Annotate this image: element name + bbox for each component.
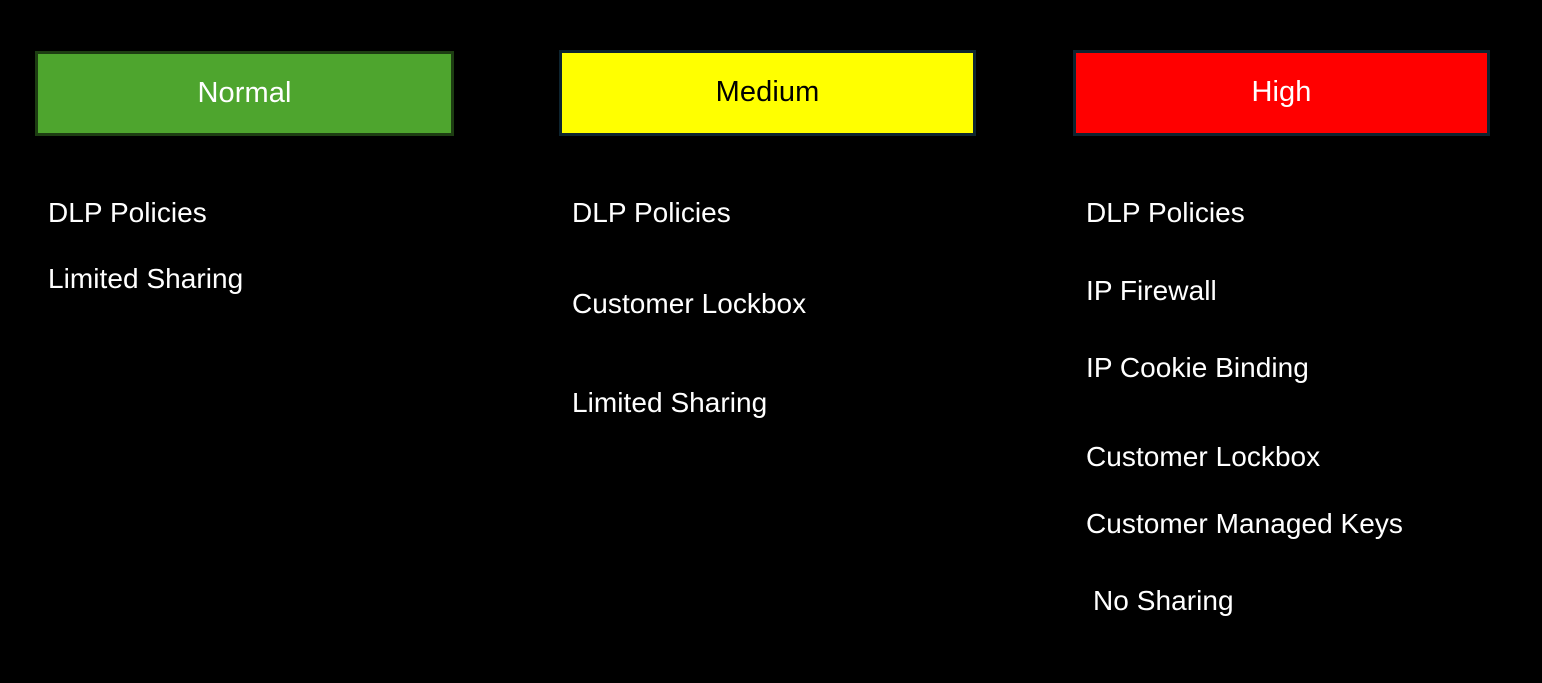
- list-item: IP Firewall: [1086, 275, 1217, 306]
- tier-column-normal: Normal DLP Policies Limited Sharing: [35, 0, 454, 683]
- tier-header-normal-label: Normal: [197, 76, 292, 109]
- slide-canvas: Normal DLP Policies Limited Sharing Medi…: [0, 0, 1542, 683]
- list-item: Customer Lockbox: [572, 288, 807, 319]
- list-item: Limited Sharing: [48, 263, 244, 294]
- list-item: Customer Lockbox: [1086, 441, 1321, 472]
- tier-header-medium[interactable]: Medium: [559, 50, 976, 136]
- tier-header-high[interactable]: High: [1073, 50, 1490, 136]
- list-item: IP Cookie Binding: [1086, 352, 1309, 383]
- list-item: DLP Policies: [1086, 197, 1245, 228]
- list-item: Limited Sharing: [572, 387, 768, 418]
- list-item: DLP Policies: [48, 197, 207, 228]
- tier-header-high-label: High: [1251, 76, 1312, 109]
- tier-header-medium-label: Medium: [715, 76, 820, 109]
- tier-column-high: High DLP Policies IP Firewall IP Cookie …: [1073, 0, 1490, 683]
- tier-column-medium: Medium DLP Policies Customer Lockbox Lim…: [559, 0, 976, 683]
- list-item: DLP Policies: [572, 197, 731, 228]
- tier-header-normal[interactable]: Normal: [35, 51, 454, 136]
- list-item: Customer Managed Keys: [1086, 508, 1403, 539]
- list-item: No Sharing: [1093, 585, 1234, 616]
